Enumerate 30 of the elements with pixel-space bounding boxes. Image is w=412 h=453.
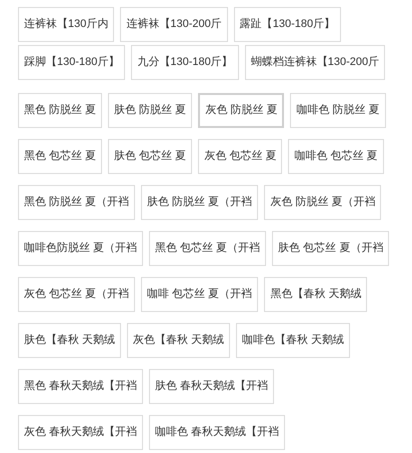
- option-button[interactable]: 灰色 包芯丝 夏（开裆: [18, 277, 136, 312]
- option-button[interactable]: 肤色 防脱丝 夏（开裆: [141, 185, 258, 220]
- option-button[interactable]: 咖啡色防脱丝 夏（开裆: [18, 231, 144, 266]
- option-button[interactable]: 黑色 防脱丝 夏（开裆: [18, 185, 136, 220]
- option-button[interactable]: 灰色 春秋天鹅绒【开裆: [18, 415, 144, 450]
- option-button[interactable]: 露趾【130-180斤】: [234, 7, 342, 42]
- option-button[interactable]: 灰色 防脱丝 夏: [198, 93, 284, 128]
- option-button[interactable]: 九分【130-180斤】: [131, 45, 239, 80]
- option-button[interactable]: 肤色 包芯丝 夏（开裆: [272, 231, 390, 266]
- option-button[interactable]: 蝴蝶档连裤袜【130-200斤: [244, 45, 386, 80]
- option-button[interactable]: 咖啡色 包芯丝 夏: [288, 139, 384, 174]
- option-button[interactable]: 踩脚【130-180斤】: [18, 45, 126, 80]
- option-button[interactable]: 咖啡色【春秋 天鹅绒: [236, 323, 350, 358]
- option-button[interactable]: 黑色 防脱丝 夏: [18, 93, 102, 128]
- option-button[interactable]: 黑色【春秋 天鹅绒: [264, 277, 368, 312]
- option-button[interactable]: 咖啡 包芯丝 夏（开裆: [141, 277, 258, 312]
- option-button[interactable]: 肤色 春秋天鹅绒【开裆: [149, 369, 274, 404]
- option-button[interactable]: 肤色 防脱丝 夏: [108, 93, 192, 128]
- option-button[interactable]: 咖啡色 春秋天鹅绒【开裆: [149, 415, 286, 450]
- option-button[interactable]: 咖啡色 防脱丝 夏: [290, 93, 386, 128]
- option-button[interactable]: 灰色【春秋 天鹅绒: [127, 323, 230, 358]
- option-button[interactable]: 肤色 包芯丝 夏: [108, 139, 192, 174]
- option-button[interactable]: 灰色 包芯丝 夏: [198, 139, 282, 174]
- option-button[interactable]: 灰色 防脱丝 夏（开裆: [264, 185, 382, 220]
- option-button[interactable]: 肤色【春秋 天鹅绒: [18, 323, 122, 358]
- option-button[interactable]: 连裤袜【130-200斤: [120, 7, 228, 42]
- option-button[interactable]: 黑色 春秋天鹅绒【开裆: [18, 369, 144, 404]
- option-button[interactable]: 连裤袜【130斤内: [18, 7, 114, 42]
- option-button[interactable]: 黑色 包芯丝 夏: [18, 139, 102, 174]
- option-button[interactable]: 黑色 包芯丝 夏（开裆: [149, 231, 266, 266]
